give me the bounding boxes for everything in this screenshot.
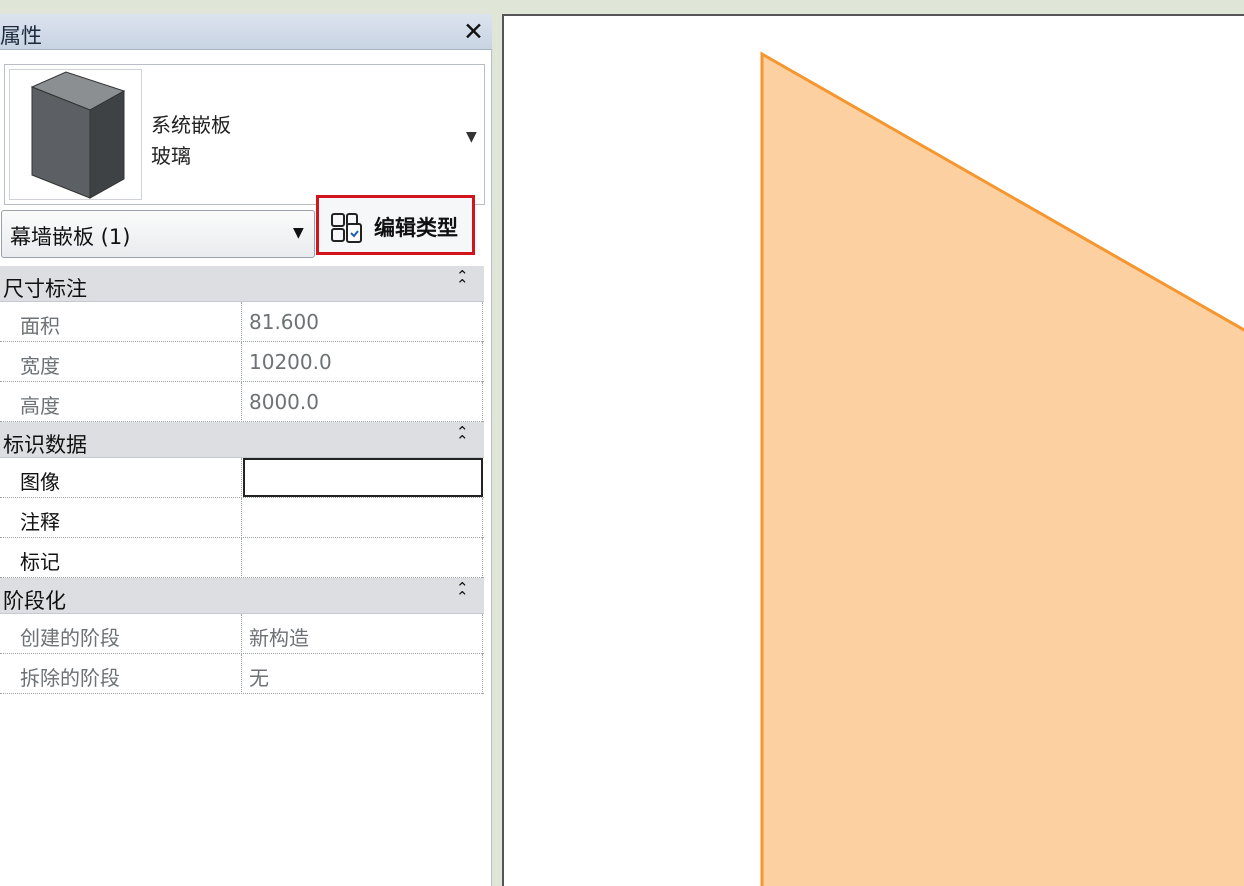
drawing-canvas[interactable]: [502, 14, 1244, 886]
comments-value-field[interactable]: [243, 498, 483, 538]
group-header-identity-data[interactable]: 标识数据 ⌃ ⌃: [0, 422, 484, 458]
type-preview: [9, 69, 142, 200]
table-row: 面积 81.600: [0, 302, 484, 342]
instance-filter-label: 幕墙嵌板 (1): [10, 225, 131, 249]
property-name: 图像: [0, 458, 242, 498]
property-value: 10200.0: [243, 342, 483, 382]
instance-filter-dropdown[interactable]: 幕墙嵌板 (1) ▼: [1, 210, 315, 258]
table-row: 图像: [0, 458, 484, 498]
collapse-icon[interactable]: ⌃ ⌃: [456, 581, 469, 605]
chevron-down-icon[interactable]: ▼: [466, 129, 477, 145]
collapse-icon[interactable]: ⌃ ⌃: [456, 269, 469, 293]
type-family-label: 系统嵌板: [151, 113, 231, 137]
property-value[interactable]: 新构造: [243, 614, 483, 654]
property-value: 81.600: [243, 302, 483, 342]
property-value: 8000.0: [243, 382, 483, 422]
group-header-phasing[interactable]: 阶段化 ⌃ ⌃: [0, 578, 484, 614]
edit-type-icon: [331, 213, 362, 243]
group-title: 尺寸标注: [3, 277, 87, 301]
table-row: 宽度 10200.0: [0, 342, 484, 382]
table-row: 高度 8000.0: [0, 382, 484, 422]
panel-block-icon: [30, 71, 126, 199]
group-title: 标识数据: [3, 433, 87, 457]
property-name: 创建的阶段: [0, 614, 242, 654]
table-row: 标记: [0, 538, 484, 578]
mark-value-field[interactable]: [243, 538, 483, 578]
image-value-field[interactable]: [243, 458, 483, 497]
type-name-label: 玻璃: [151, 144, 191, 168]
property-name: 面积: [0, 302, 242, 342]
properties-panel: 属性 ✕ 系统嵌板 玻璃 ▼ 幕墙嵌板 (1) ▼ 编辑类型 尺寸标注 ⌃ ⌃ …: [0, 14, 492, 886]
property-name: 注释: [0, 498, 242, 538]
table-row: 拆除的阶段 无: [0, 654, 484, 694]
properties-table: 尺寸标注 ⌃ ⌃ 面积 81.600 宽度 10200.0 高度 8000.0 标…: [0, 266, 484, 694]
panel-title-bar: 属性 ✕: [0, 14, 492, 50]
property-name: 拆除的阶段: [0, 654, 242, 694]
group-title: 阶段化: [3, 589, 66, 613]
property-name: 高度: [0, 382, 242, 422]
edit-type-button[interactable]: 编辑类型: [316, 195, 475, 255]
property-name: 宽度: [0, 342, 242, 382]
table-row: 注释: [0, 498, 484, 538]
edit-type-label: 编辑类型: [374, 216, 458, 240]
group-header-dimensions[interactable]: 尺寸标注 ⌃ ⌃: [0, 266, 484, 302]
type-selector[interactable]: 系统嵌板 玻璃 ▼: [4, 64, 485, 205]
property-name: 标记: [0, 538, 242, 578]
property-value[interactable]: 无: [243, 654, 483, 694]
collapse-icon[interactable]: ⌃ ⌃: [456, 425, 469, 449]
curtain-panel-shape[interactable]: [504, 16, 1244, 886]
close-icon[interactable]: ✕: [463, 17, 484, 47]
panel-title: 属性: [0, 24, 42, 48]
table-row: 创建的阶段 新构造: [0, 614, 484, 654]
chevron-down-icon: ▼: [293, 225, 304, 241]
